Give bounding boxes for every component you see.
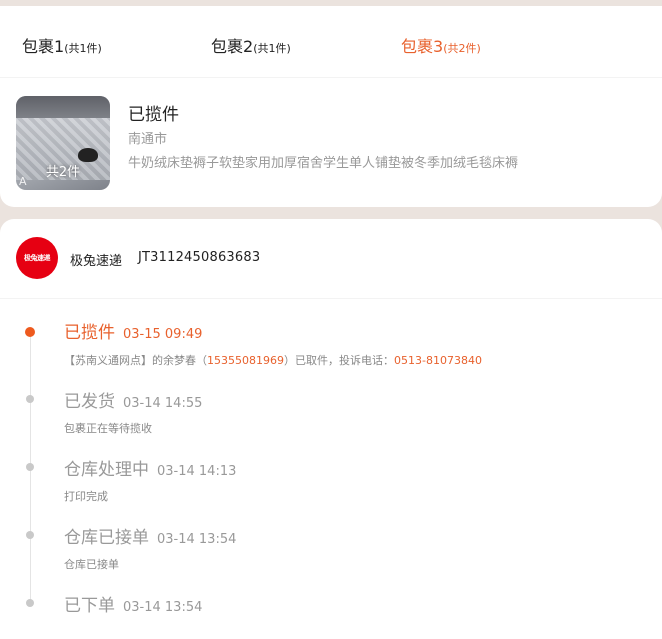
package-tabs: 包裹1(共1件) 包裹2(共1件) 包裹3(共2件) xyxy=(0,6,662,78)
tab-count: (共1件) xyxy=(64,42,102,55)
timeline-dot xyxy=(26,599,34,607)
event-status: 已揽件 xyxy=(64,323,115,343)
product-thumbnail[interactable]: A 共2件 xyxy=(16,96,110,190)
timeline-dot xyxy=(26,531,34,539)
event-description: 【苏南义通网点】的余梦春（15355081969）已取件，投诉电话：0513-8… xyxy=(64,352,482,368)
package-card: 包裹1(共1件) 包裹2(共1件) 包裹3(共2件) A 共2件 已揽件 南通市… xyxy=(0,6,662,207)
desc-text: ）已取件，投诉电话： xyxy=(283,354,394,367)
tab-count: (共2件) xyxy=(443,42,481,55)
event-time: 03-14 14:55 xyxy=(123,396,203,411)
event-time: 03-15 09:49 xyxy=(123,327,203,342)
courier-info: 极兔速递 极兔速递 JT3112450863683 xyxy=(0,219,662,299)
timeline-event-title: 已下单 03-14 13:54 xyxy=(64,591,202,616)
timeline-dot xyxy=(26,463,34,471)
tab-count: (共1件) xyxy=(253,42,291,55)
timeline-dot xyxy=(26,395,34,403)
product-name: 牛奶绒床垫褥子软垫家用加厚宿舍学生单人铺垫被冬季加绒毛毯床褥 xyxy=(128,156,519,171)
tab-package-2[interactable]: 包裹2(共1件) xyxy=(211,33,291,57)
courier-phone-link[interactable]: 15355081969 xyxy=(207,354,284,367)
item-count-badge: 共2件 xyxy=(45,165,81,180)
thumbnail-pet-image xyxy=(78,148,98,162)
timeline-dot-active xyxy=(25,327,35,337)
timeline-event-title: 已发货 03-14 14:55 xyxy=(64,387,202,412)
event-description: 打印完成 xyxy=(64,490,108,503)
event-description: 仓库已接单 xyxy=(64,558,119,571)
event-status: 已发货 xyxy=(64,392,115,412)
event-time: 03-14 13:54 xyxy=(123,600,203,615)
event-description: 包裹正在等待揽收 xyxy=(64,422,152,435)
tab-label: 包裹1 xyxy=(22,37,65,56)
event-status: 仓库处理中 xyxy=(64,460,149,480)
tracking-card: 极兔速递 极兔速递 JT3112450863683 已揽件 03-15 09:49… xyxy=(0,219,662,639)
courier-name: 极兔速递 xyxy=(70,254,123,269)
tab-label: 包裹2 xyxy=(211,37,254,56)
timeline-event-title: 仓库已接单 03-14 13:54 xyxy=(64,523,236,548)
event-time: 03-14 14:13 xyxy=(157,464,237,479)
tab-label: 包裹3 xyxy=(401,37,444,56)
timeline-event-title: 仓库处理中 03-14 14:13 xyxy=(64,455,236,480)
tab-package-3[interactable]: 包裹3(共2件) xyxy=(401,33,481,57)
tab-package-1[interactable]: 包裹1(共1件) xyxy=(22,33,102,57)
event-time: 03-14 13:54 xyxy=(157,532,237,547)
timeline-event-title: 已揽件 03-15 09:49 xyxy=(64,318,202,343)
event-status: 已下单 xyxy=(64,596,115,616)
desc-text: 【苏南义通网点】的余梦春（ xyxy=(64,354,207,367)
courier-logo-icon: 极兔速递 xyxy=(16,237,58,279)
package-city: 南通市 xyxy=(128,132,168,147)
package-status: 已揽件 xyxy=(128,105,179,125)
complaint-phone-link[interactable]: 0513-81073840 xyxy=(394,354,482,367)
tracking-number[interactable]: JT3112450863683 xyxy=(138,250,260,265)
event-status: 仓库已接单 xyxy=(64,528,149,548)
